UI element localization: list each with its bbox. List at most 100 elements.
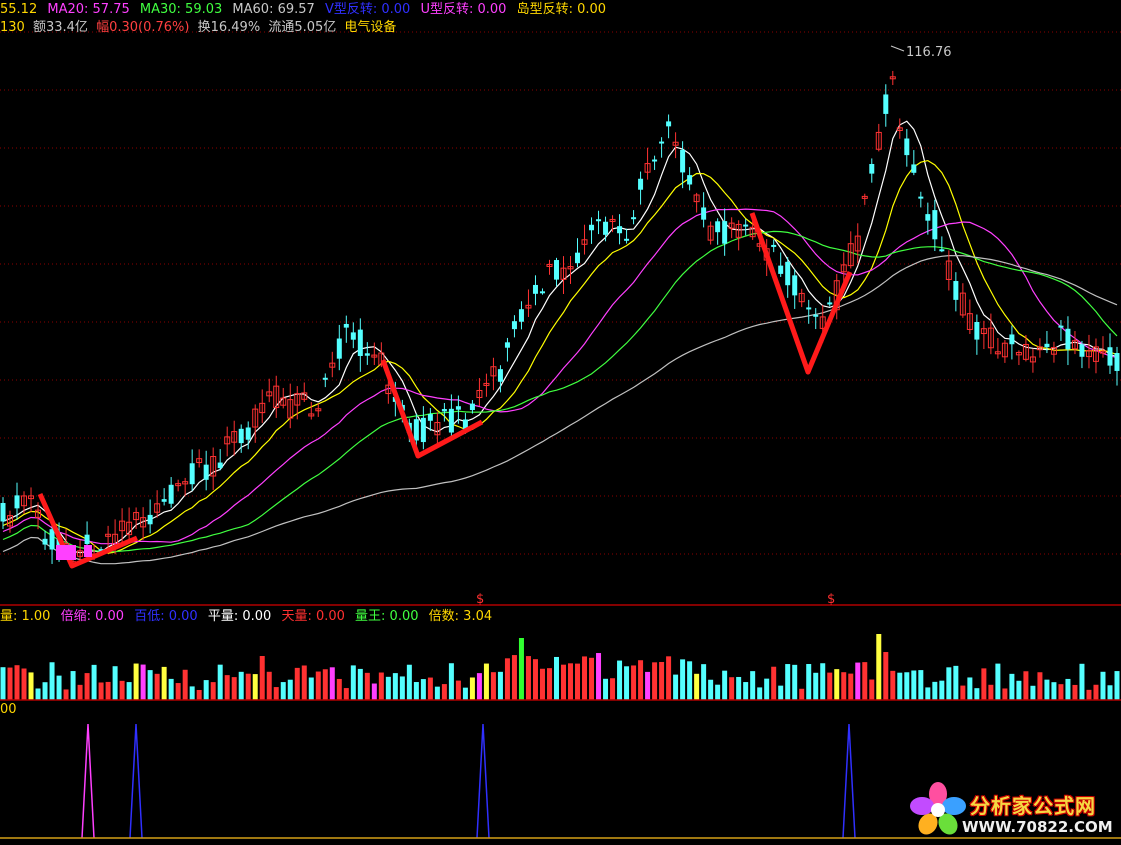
volume-bar: [743, 682, 749, 700]
candle-body-down: [575, 252, 581, 264]
candle-body-down: [553, 260, 559, 280]
turnover-amount: 额33.4亿: [32, 20, 88, 35]
candle-body-down: [687, 175, 693, 185]
ma60-value: MA60: 69.57: [232, 2, 315, 17]
volume-bar: [532, 659, 538, 700]
volume-king-value: 量王: 0.00: [355, 609, 419, 624]
volume-bar: [750, 671, 756, 700]
volume-bar: [932, 681, 938, 700]
volume-bar: [603, 678, 609, 700]
candlesticks: [0, 70, 1120, 568]
volume-bar: [1009, 673, 1015, 700]
volume-bar: [553, 656, 559, 700]
volume-bar: [939, 680, 945, 700]
volume-bar: [175, 683, 181, 700]
volume-bar: [371, 683, 377, 700]
candle-body-down: [539, 291, 545, 294]
volume-bar: [883, 652, 889, 700]
volume-bar: [638, 660, 644, 700]
volume-bar: [469, 677, 475, 700]
volume-bar: [1100, 671, 1106, 700]
volume-bar: [596, 653, 602, 700]
u-reversal-value: U型反转: 0.00: [420, 2, 507, 17]
volume-bar: [1037, 672, 1043, 700]
volume-bar: [546, 668, 552, 700]
volume-bar: [301, 665, 307, 700]
volume-bar: [231, 677, 237, 700]
candle-body-down: [932, 210, 938, 240]
flower-logo-icon: [910, 782, 966, 835]
volume-bar: [364, 672, 370, 700]
volume-bar: [764, 678, 770, 700]
volume-bar: [1002, 688, 1008, 700]
watermark-title: 分析家公式网: [970, 794, 1096, 818]
price-chart[interactable]: $ $ 116.76: [0, 0, 1121, 845]
candle-body-down: [1079, 344, 1085, 357]
volume-bar: [140, 664, 146, 700]
volume-bar: [1107, 685, 1113, 700]
indicator-header: 00: [0, 701, 17, 719]
candle-body-down: [161, 499, 167, 502]
candle-body-down: [883, 94, 889, 114]
volume-bar: [855, 662, 861, 700]
volume-bar: [722, 670, 728, 700]
volume-bar: [35, 688, 41, 700]
volume-bar: [483, 663, 489, 700]
volume-bar: [322, 669, 328, 700]
volume-bar: [715, 684, 721, 700]
candle-body-down: [336, 338, 342, 359]
volume-bar: [687, 661, 693, 700]
candle-body-down: [532, 284, 538, 294]
volume-bar: [1051, 682, 1057, 700]
candle-body-down: [806, 307, 812, 310]
candle-body-down: [364, 353, 370, 356]
candle-body-down: [1107, 347, 1113, 366]
volume-bar: [925, 687, 931, 700]
candle-body-down: [245, 427, 251, 440]
volume-bar: [266, 671, 272, 700]
candle-body-down: [1114, 353, 1120, 371]
volume-bar: [1044, 679, 1050, 700]
change-value: 0.30(0.76%): [109, 20, 190, 35]
volume-bar: [617, 660, 623, 700]
volume-bar: [427, 677, 433, 700]
volume-bar: [539, 668, 545, 700]
volume-bar: [210, 682, 216, 700]
signal-spike: [129, 723, 143, 839]
volume-bar: [7, 667, 13, 700]
candle-body-down: [238, 428, 244, 444]
volume-bar: [434, 686, 440, 700]
volume-bar: [582, 656, 588, 700]
candle-body-down: [42, 538, 48, 545]
volume-bar: [708, 679, 714, 700]
candle-body-down: [1058, 325, 1064, 328]
volume-bar: [0, 667, 6, 700]
candle-body-down: [813, 314, 819, 317]
quote-info-header: 130 额33.4亿 幅0.30(0.76%) 换16.49% 流通5.05亿 …: [0, 19, 396, 37]
candle-body-down: [455, 406, 461, 410]
candle-body-down: [911, 164, 917, 173]
candle-body-down: [918, 196, 924, 199]
candle-body-down: [904, 138, 910, 156]
candle-body-down: [1044, 343, 1050, 348]
volume-bar: [280, 682, 286, 700]
volume-bar: [259, 656, 265, 700]
volume-bar: [392, 673, 398, 700]
candle-body-down: [631, 217, 637, 220]
volume-bar: [848, 673, 854, 700]
volume-bar: [1065, 678, 1071, 700]
candle-body-down: [680, 149, 686, 173]
volume-bar: [84, 673, 90, 700]
volume-bar: [659, 661, 665, 700]
candle-body-down: [1065, 328, 1071, 350]
hundred-low-value: 百低: 0.00: [134, 609, 198, 624]
candle-body-down: [1009, 334, 1015, 345]
candle-body-down: [617, 226, 623, 234]
volume-bar: [575, 663, 581, 700]
candle-body-down: [778, 265, 784, 274]
volume-bar: [28, 672, 34, 700]
volume-bar: [729, 677, 735, 700]
volume-bar: [378, 672, 384, 700]
volume-bar: [862, 662, 868, 700]
candle-body-down: [603, 221, 609, 235]
